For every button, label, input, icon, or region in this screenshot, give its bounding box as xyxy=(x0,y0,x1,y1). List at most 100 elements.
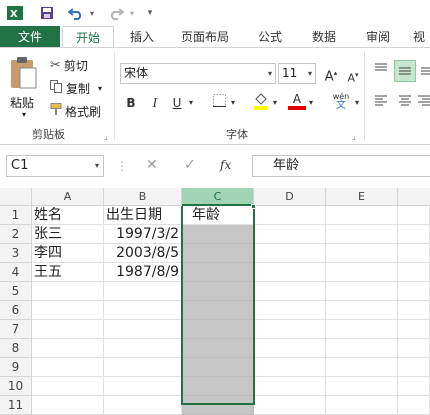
fill-color-dropdown-icon[interactable]: ▾ xyxy=(270,94,280,112)
cell-a10[interactable] xyxy=(32,377,104,396)
cell-d4[interactable] xyxy=(254,263,326,282)
cell-d11[interactable] xyxy=(254,396,326,415)
shrink-font-button[interactable]: A▾ xyxy=(344,66,362,85)
borders-button[interactable] xyxy=(210,94,228,112)
cell-a1[interactable]: 姓名 xyxy=(32,206,104,225)
formula-input[interactable]: 年龄 xyxy=(252,155,430,177)
cell-a2[interactable]: 张三 xyxy=(32,225,104,244)
redo-dropdown-icon[interactable]: ▾ xyxy=(127,3,137,23)
cell-f11[interactable] xyxy=(398,396,430,415)
cell-a6[interactable] xyxy=(32,301,104,320)
cell-c1[interactable]: 年龄 xyxy=(182,206,254,225)
tab-insert[interactable]: 插入 xyxy=(120,26,164,48)
cell-d7[interactable] xyxy=(254,320,326,339)
column-header-a[interactable]: A xyxy=(32,188,104,206)
cell-d1[interactable] xyxy=(254,206,326,225)
tab-page-layout[interactable]: 页面布局 xyxy=(170,26,240,48)
fill-color-button[interactable] xyxy=(252,92,270,110)
column-header-c[interactable]: C xyxy=(182,188,254,206)
cell-a3[interactable]: 李四 xyxy=(32,244,104,263)
cell-e2[interactable] xyxy=(326,225,398,244)
cell-f3[interactable] xyxy=(398,244,430,263)
clipboard-launcher-icon[interactable]: ⌟ xyxy=(104,132,108,141)
cell-e7[interactable] xyxy=(326,320,398,339)
name-box[interactable]: C1 ▾ xyxy=(6,155,104,177)
cell-c10[interactable] xyxy=(182,377,254,396)
cell-e10[interactable] xyxy=(326,377,398,396)
column-header-e[interactable]: E xyxy=(326,188,398,206)
bold-button[interactable]: B xyxy=(122,94,140,112)
cell-c4[interactable] xyxy=(182,263,254,282)
tab-formulas[interactable]: 公式 xyxy=(248,26,292,48)
cancel-icon[interactable]: ✕ xyxy=(146,157,158,173)
cell-b8[interactable] xyxy=(104,339,182,358)
cell-c11[interactable] xyxy=(182,396,254,415)
cell-d2[interactable] xyxy=(254,225,326,244)
row-header-11[interactable]: 11 xyxy=(0,396,32,415)
fill-handle[interactable] xyxy=(251,204,256,209)
paste-button[interactable]: 粘贴 ▾ xyxy=(8,56,40,119)
cell-d5[interactable] xyxy=(254,282,326,301)
underline-dropdown-icon[interactable]: ▾ xyxy=(186,94,196,112)
cell-e3[interactable] xyxy=(326,244,398,263)
row-header-2[interactable]: 2 xyxy=(0,225,32,244)
row-header-4[interactable]: 4 xyxy=(0,263,32,282)
cell-b5[interactable] xyxy=(104,282,182,301)
cell-b1[interactable]: 出生日期 xyxy=(104,206,182,225)
row-header-10[interactable]: 10 xyxy=(0,377,32,396)
borders-dropdown-icon[interactable]: ▾ xyxy=(228,94,238,112)
tab-file[interactable]: 文件 xyxy=(0,26,60,48)
undo-icon[interactable] xyxy=(66,3,86,23)
cell-e1[interactable] xyxy=(326,206,398,225)
cell-b6[interactable] xyxy=(104,301,182,320)
select-all-corner[interactable] xyxy=(0,188,32,206)
cell-c9[interactable] xyxy=(182,358,254,377)
cell-f6[interactable] xyxy=(398,301,430,320)
cell-a7[interactable] xyxy=(32,320,104,339)
cell-d8[interactable] xyxy=(254,339,326,358)
cell-e11[interactable] xyxy=(326,396,398,415)
cell-c5[interactable] xyxy=(182,282,254,301)
row-header-5[interactable]: 5 xyxy=(0,282,32,301)
tab-view[interactable]: 视 xyxy=(408,26,430,48)
cell-b10[interactable] xyxy=(104,377,182,396)
cell-f5[interactable] xyxy=(398,282,430,301)
column-header-f[interactable] xyxy=(398,188,430,206)
cell-a11[interactable] xyxy=(32,396,104,415)
phonetic-guide-button[interactable]: wén 文 xyxy=(330,92,352,111)
insert-function-button[interactable]: fx xyxy=(220,158,231,172)
cell-f7[interactable] xyxy=(398,320,430,339)
font-color-button[interactable]: A xyxy=(288,92,306,110)
cell-e9[interactable] xyxy=(326,358,398,377)
font-size-combo[interactable]: 11 ▾ xyxy=(278,63,316,84)
cell-d6[interactable] xyxy=(254,301,326,320)
cell-f2[interactable] xyxy=(398,225,430,244)
cut-button[interactable]: ✂ 剪切 xyxy=(50,56,88,74)
cell-b11[interactable] xyxy=(104,396,182,415)
cell-c8[interactable] xyxy=(182,339,254,358)
align-center-icon[interactable] xyxy=(396,94,414,112)
align-right-icon[interactable] xyxy=(418,94,430,112)
cell-a9[interactable] xyxy=(32,358,104,377)
font-launcher-icon[interactable]: ⌟ xyxy=(352,132,356,141)
redo-icon[interactable] xyxy=(106,3,126,23)
cell-b9[interactable] xyxy=(104,358,182,377)
underline-button[interactable]: U xyxy=(168,94,186,112)
format-painter-button[interactable]: 格式刷 xyxy=(50,102,101,120)
cell-e4[interactable] xyxy=(326,263,398,282)
grow-font-button[interactable]: A▴ xyxy=(322,64,340,84)
align-top-icon[interactable] xyxy=(372,62,390,80)
undo-dropdown-icon[interactable]: ▾ xyxy=(87,3,97,23)
cell-a8[interactable] xyxy=(32,339,104,358)
cell-d9[interactable] xyxy=(254,358,326,377)
cell-e6[interactable] xyxy=(326,301,398,320)
font-color-dropdown-icon[interactable]: ▾ xyxy=(306,94,316,112)
align-middle-icon[interactable] xyxy=(394,60,416,82)
cell-b4[interactable]: 1987/8/9 xyxy=(104,263,182,282)
cell-f10[interactable] xyxy=(398,377,430,396)
row-header-8[interactable]: 8 xyxy=(0,339,32,358)
cell-a5[interactable] xyxy=(32,282,104,301)
phonetic-dropdown-icon[interactable]: ▾ xyxy=(352,94,362,112)
cell-c6[interactable] xyxy=(182,301,254,320)
cell-b2[interactable]: 1997/3/2 xyxy=(104,225,182,244)
